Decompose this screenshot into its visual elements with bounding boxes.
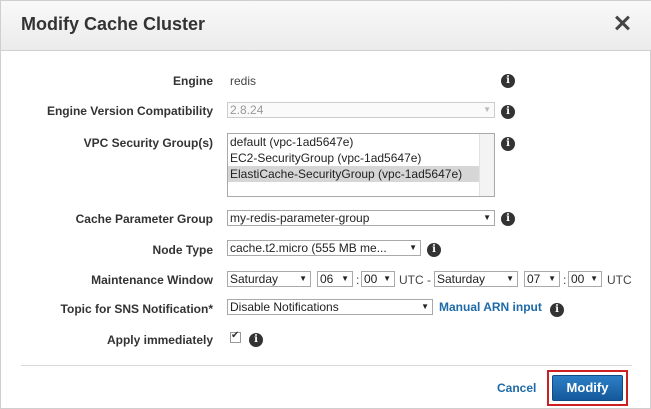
maintenance-start-minute-value: 00 (364, 272, 378, 286)
maintenance-start-day-value: Saturday (230, 272, 279, 286)
apply-immediately-label: Apply immediately (106, 333, 213, 347)
maintenance-start-minute-select[interactable]: 00 ▼ (361, 271, 395, 287)
time-separator: : (563, 273, 567, 287)
dialog-title: Modify Cache Cluster (21, 14, 206, 34)
node-type-label: Node Type (152, 243, 213, 257)
cache-parameter-group-label: Cache Parameter Group (75, 212, 213, 226)
time-separator: : (356, 273, 360, 287)
maintenance-end-day-select[interactable]: Saturday ▼ (434, 271, 518, 287)
sns-topic-label: Topic for SNS Notification* (60, 302, 213, 316)
engine-version-select[interactable]: 2.8.24 ▼ (227, 102, 495, 118)
vpc-security-groups-listbox[interactable]: default (vpc-1ad5647e) EC2-SecurityGroup… (227, 133, 495, 197)
maintenance-end-day-value: Saturday (437, 272, 486, 286)
footer-divider (21, 365, 632, 366)
modify-button[interactable]: Modify (552, 375, 623, 401)
utc-label-start: UTC - (399, 273, 431, 287)
sns-topic-value: Disable Notifications (230, 300, 339, 314)
chevron-down-icon: ▼ (341, 274, 349, 283)
cache-parameter-group-info-icon[interactable]: i (501, 212, 515, 226)
maintenance-start-hour-value: 06 (320, 272, 334, 286)
engine-label: Engine (172, 74, 213, 88)
vpc-option-elasticache-securitygroup[interactable]: ElastiCache-SecurityGroup (vpc-1ad5647e) (228, 166, 494, 182)
listbox-scrollbar[interactable] (479, 134, 494, 196)
vpc-security-groups-label: VPC Security Group(s) (83, 136, 213, 150)
vpc-option-ec2-securitygroup[interactable]: EC2-SecurityGroup (vpc-1ad5647e) (228, 150, 494, 166)
maintenance-start-day-select[interactable]: Saturday ▼ (227, 271, 311, 287)
chevron-down-icon: ▼ (483, 213, 491, 222)
utc-label-end: UTC (607, 273, 632, 287)
node-type-select[interactable]: cache.t2.micro (555 MB me... ▼ (227, 240, 421, 256)
chevron-down-icon: ▼ (383, 274, 391, 283)
maintenance-end-hour-select[interactable]: 07 ▼ (524, 271, 560, 287)
cancel-button[interactable]: Cancel (497, 381, 536, 395)
maintenance-end-minute-select[interactable]: 00 ▼ (568, 271, 602, 287)
modify-cache-cluster-dialog: Modify Cache Cluster Engine redis i Engi… (0, 0, 651, 409)
dialog-header: Modify Cache Cluster (1, 1, 651, 51)
engine-version-info-icon[interactable]: i (501, 105, 515, 119)
maintenance-end-hour-value: 07 (527, 272, 541, 286)
maintenance-start-hour-select[interactable]: 06 ▼ (317, 271, 353, 287)
chevron-down-icon: ▼ (299, 274, 307, 283)
maintenance-window-label: Maintenance Window (91, 273, 213, 287)
chevron-down-icon: ▼ (409, 243, 417, 252)
vpc-security-groups-info-icon[interactable]: i (501, 137, 515, 151)
cache-parameter-group-value: my-redis-parameter-group (230, 211, 370, 225)
chevron-down-icon: ▼ (421, 302, 429, 311)
chevron-down-icon: ▼ (548, 274, 556, 283)
chevron-down-icon: ▼ (483, 105, 491, 114)
vpc-option-default[interactable]: default (vpc-1ad5647e) (228, 134, 494, 150)
maintenance-end-minute-value: 00 (571, 272, 585, 286)
engine-info-icon[interactable]: i (501, 74, 515, 88)
node-type-value: cache.t2.micro (555 MB me... (230, 241, 387, 255)
chevron-down-icon: ▼ (590, 274, 598, 283)
engine-value: redis (230, 74, 257, 88)
manual-arn-input-link[interactable]: Manual ARN input (439, 300, 542, 314)
apply-immediately-checkbox[interactable] (230, 330, 241, 343)
close-icon[interactable] (612, 13, 632, 33)
sns-topic-info-icon[interactable]: i (550, 303, 564, 317)
modify-button-highlight: Modify (547, 370, 628, 406)
node-type-info-icon[interactable]: i (427, 243, 441, 257)
chevron-down-icon: ▼ (506, 274, 514, 283)
sns-topic-select[interactable]: Disable Notifications ▼ (227, 299, 433, 315)
cache-parameter-group-select[interactable]: my-redis-parameter-group ▼ (227, 210, 495, 226)
engine-version-value: 2.8.24 (230, 103, 264, 117)
apply-immediately-info-icon[interactable]: i (249, 333, 263, 347)
engine-version-label: Engine Version Compatibility (46, 104, 213, 118)
